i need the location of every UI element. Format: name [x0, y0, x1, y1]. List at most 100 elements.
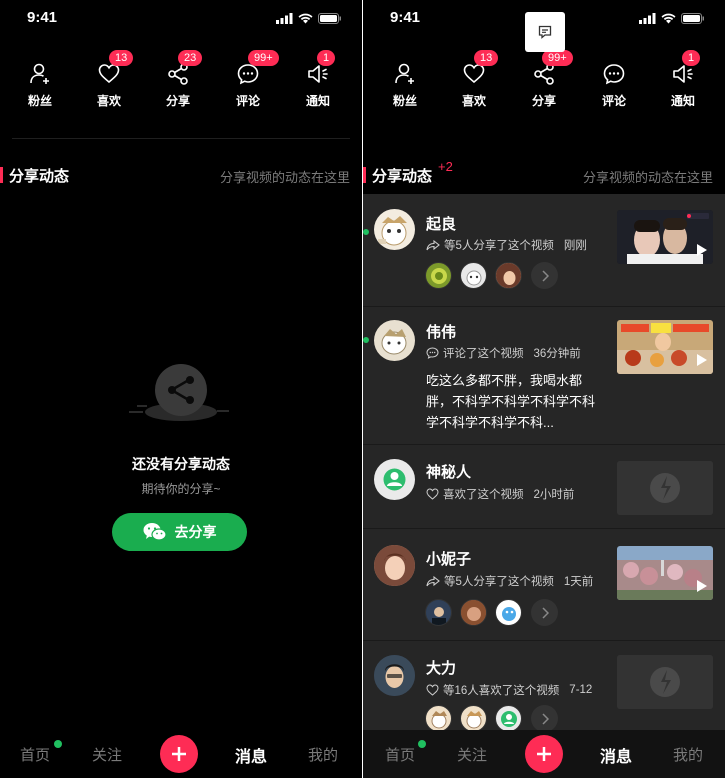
liker-avatar[interactable] [425, 705, 452, 730]
go-share-label: 去分享 [174, 524, 217, 540]
feed-item[interactable]: 大力 等16人喜欢了这个视频 7-12 [363, 640, 725, 730]
girl-avatar-icon [496, 263, 521, 288]
nav-shares-label: 分享 [531, 94, 556, 108]
tab-me[interactable]: 我的 [673, 744, 703, 765]
section-accent-bar [0, 167, 3, 183]
cartoon-avatar-icon [466, 711, 482, 729]
status-time: 9:41 [27, 9, 58, 26]
status-time: 9:41 [390, 9, 421, 26]
tab-following[interactable]: 关注 [92, 744, 122, 765]
nav-likes[interactable]: 13 喜欢 [444, 50, 504, 109]
nav-likes-label: 喜欢 [461, 94, 486, 108]
comment-text: 吃这么多都不胖，我喝水都胖，不科学不科学不科学不科学不科学不科学不科... [426, 373, 596, 430]
nav-comments-label: 评论 [235, 94, 260, 108]
go-share-button[interactable]: 去分享 [112, 513, 247, 551]
nav-fans[interactable]: 粉丝 [10, 50, 70, 109]
activity-time: 2小时前 [533, 489, 575, 501]
avatar-cartoon-icon [378, 216, 407, 246]
liker-avatar[interactable] [460, 705, 487, 730]
feed-item[interactable]: 神秘人 喜欢了这个视频 2小时前 [363, 444, 725, 528]
username[interactable]: 神秘人 [426, 461, 471, 482]
avatar[interactable] [374, 459, 415, 500]
divider [12, 138, 350, 139]
feed-item[interactable]: 小妮子 等5人分享了这个视频 1天前 [363, 528, 725, 640]
avatar[interactable] [374, 545, 415, 586]
sharer-avatar[interactable] [425, 599, 452, 626]
nav-shares[interactable]: 99+ 分享 [514, 50, 574, 109]
nav-comments[interactable]: 99+ 评论 [218, 50, 279, 109]
default-avatar-icon [501, 711, 517, 727]
share-arrow-icon [426, 575, 440, 586]
username[interactable]: 伟伟 [426, 321, 456, 342]
feedback-tooltip[interactable] [525, 12, 565, 52]
sharer-avatar[interactable] [495, 262, 522, 289]
section-title: 分享动态 [372, 168, 433, 185]
nav-notifications[interactable]: 1 通知 [288, 50, 348, 109]
default-avatar-icon [383, 468, 406, 491]
comments-badge: 99+ [248, 50, 279, 66]
video-thumbnail-placeholder[interactable] [617, 655, 713, 709]
more-sharers-button[interactable] [531, 599, 558, 626]
section-header: 分享动态 分享视频的动态在这里 [0, 165, 362, 187]
activity-label: 等5人分享了这个视频 [444, 240, 554, 252]
activity-label: 评论了这个视频 [443, 348, 524, 360]
avatar[interactable] [374, 209, 415, 250]
activity-text: 等16人喜欢了这个视频 7-12 [426, 682, 592, 698]
username[interactable]: 起良 [426, 213, 456, 234]
couple-thumbnail-icon [617, 210, 713, 264]
tab-home[interactable]: 首页 [385, 744, 415, 765]
nav-fans[interactable]: 粉丝 [375, 50, 435, 109]
more-likers-button[interactable] [531, 705, 558, 730]
chevron-right-icon [541, 712, 549, 725]
activity-label: 等16人喜欢了这个视频 [443, 685, 560, 697]
plus-icon [537, 747, 551, 761]
battery-icon [681, 13, 704, 24]
empty-share-illustration-icon [129, 364, 229, 421]
person-add-icon [30, 63, 49, 84]
man-avatar-icon [374, 655, 415, 696]
sharer-avatar[interactable] [460, 599, 487, 626]
girl-avatar-icon [374, 545, 415, 586]
chevron-right-icon [541, 606, 549, 619]
nav-shares[interactable]: 23 分享 [148, 50, 208, 109]
wifi-icon [298, 13, 313, 24]
feed-item[interactable]: 伟伟 评论了这个视频 36分钟前 吃这么多都不胖，我喝水都胖，不科学不科学不科学… [363, 306, 725, 444]
leaf-avatar-icon [431, 268, 447, 284]
tab-following[interactable]: 关注 [457, 744, 487, 765]
feed-item[interactable]: 起良 等5人分享了这个视频 刚刚 [363, 194, 725, 306]
status-bar: 9:41 [0, 0, 362, 36]
create-button[interactable] [525, 735, 563, 773]
nav-likes[interactable]: 13 喜欢 [79, 50, 139, 109]
video-thumbnail-placeholder[interactable] [617, 461, 713, 515]
tab-messages[interactable]: 消息 [235, 743, 267, 767]
shares-badge: 23 [178, 50, 203, 66]
sharer-avatar[interactable] [425, 262, 452, 289]
nav-comments[interactable]: 评论 [584, 50, 644, 109]
signal-icon [639, 13, 656, 24]
landscape-thumbnail-icon [617, 546, 713, 600]
avatar[interactable] [374, 655, 415, 696]
empty-title: 还没有分享动态 [132, 456, 230, 472]
username[interactable]: 小妮子 [426, 548, 471, 569]
tab-me[interactable]: 我的 [308, 744, 338, 765]
home-dot-indicator [418, 740, 426, 748]
section-hint: 分享视频的动态在这里 [582, 170, 713, 185]
tab-home[interactable]: 首页 [20, 744, 50, 765]
create-button[interactable] [160, 735, 198, 773]
tab-messages[interactable]: 消息 [600, 743, 632, 767]
liker-avatar[interactable] [495, 705, 522, 730]
bottom-tab-bar: 首页 关注 消息 我的 [363, 730, 725, 778]
video-thumbnail[interactable] [617, 320, 713, 374]
nav-notifications[interactable]: 1 通知 [653, 50, 713, 109]
sharer-avatar[interactable] [495, 599, 522, 626]
avatar[interactable] [374, 320, 415, 361]
section-title: 分享动态 [9, 168, 70, 185]
video-thumbnail[interactable] [617, 210, 713, 264]
more-sharers-button[interactable] [531, 262, 558, 289]
sharer-avatar[interactable] [460, 262, 487, 289]
video-thumbnail[interactable] [617, 546, 713, 600]
activity-label: 喜欢了这个视频 [443, 489, 524, 501]
plus-icon [172, 747, 186, 761]
username[interactable]: 大力 [426, 657, 456, 678]
left-screen: 9:41 粉丝 13 喜欢 23 分享 99+ 评论 1 通知 分享动态 分享视… [0, 0, 362, 778]
